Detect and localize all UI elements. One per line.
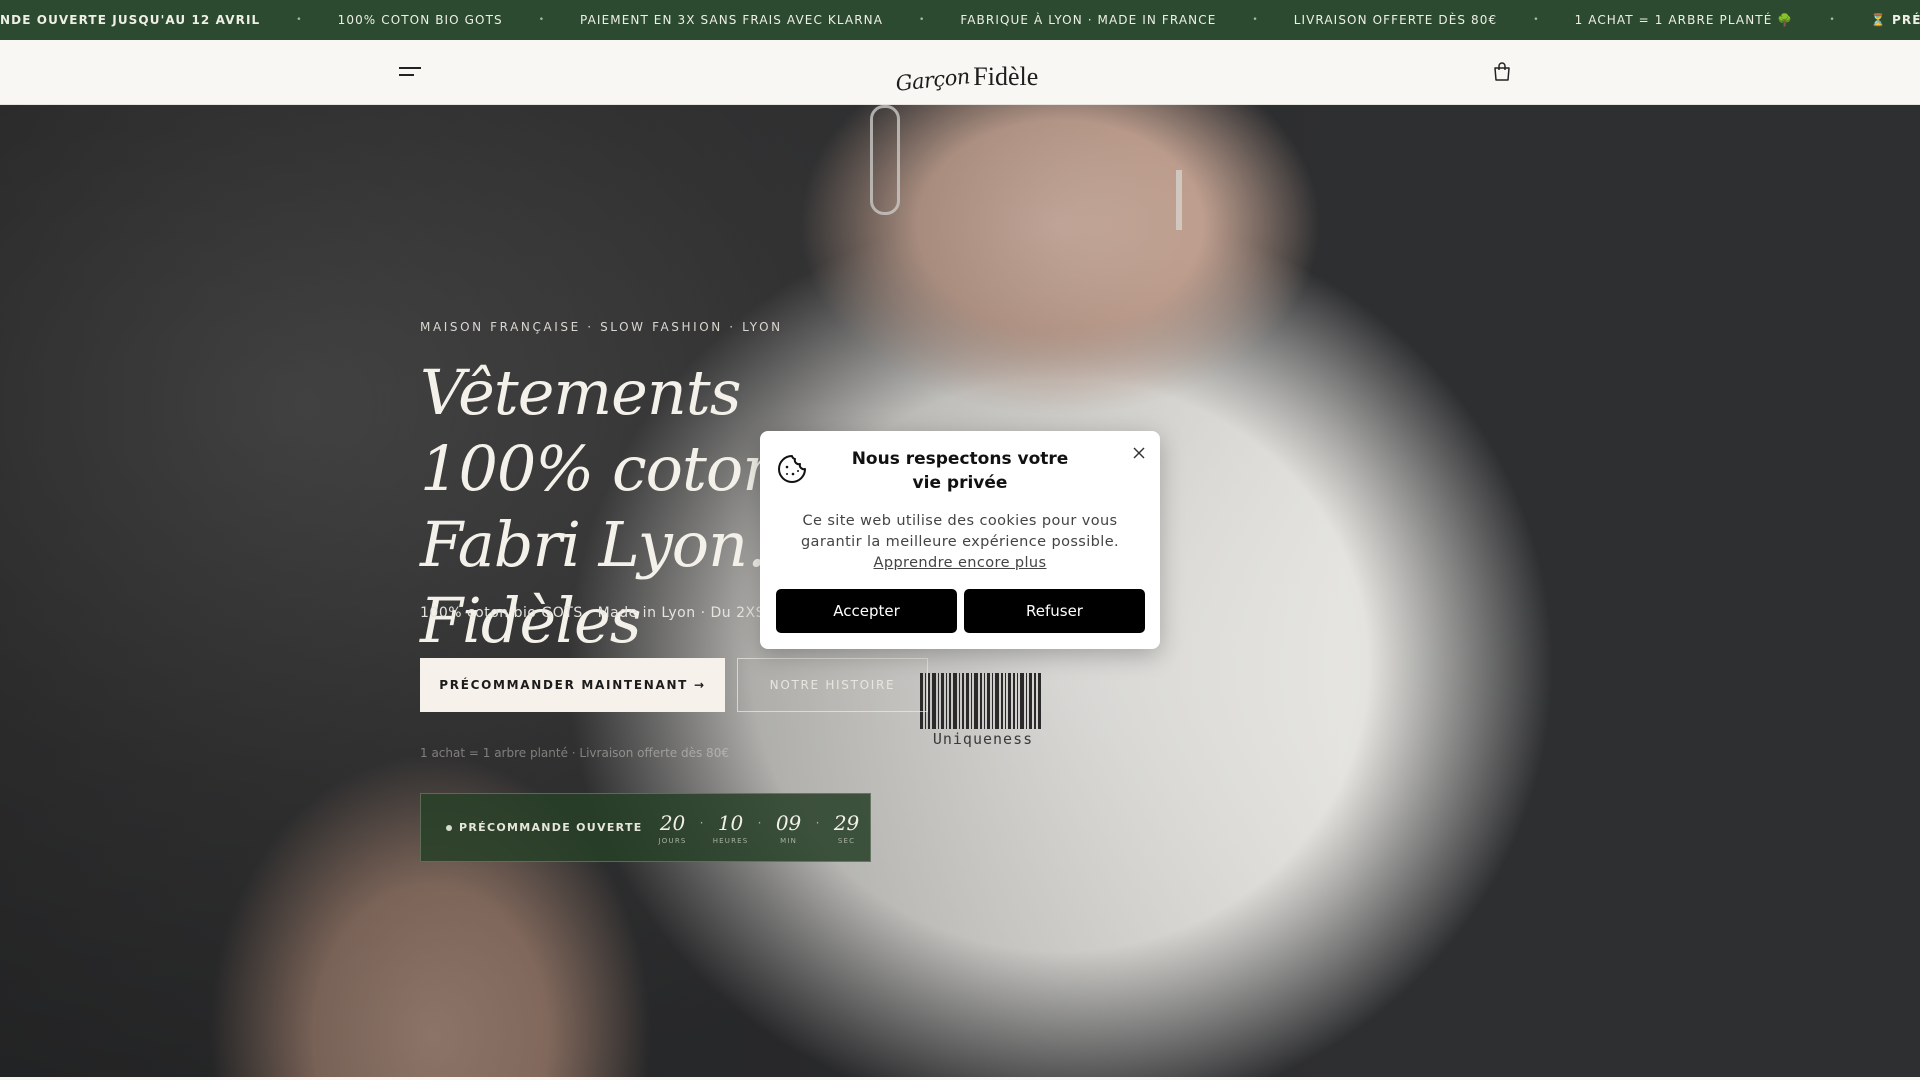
countdown-days: 20 JOURS — [653, 811, 693, 845]
countdown-label: JOURS — [658, 836, 687, 845]
refuse-button[interactable]: Refuser — [964, 589, 1145, 633]
announcement-separator: • — [1533, 15, 1539, 25]
cookie-description: Ce site web utilise des cookies pour vou… — [790, 511, 1130, 574]
countdown-label: HEURES — [712, 836, 749, 845]
announcement-separator: • — [296, 15, 302, 25]
earring-decoration — [870, 105, 900, 215]
announcement-separator: • — [1252, 15, 1258, 25]
announcement-item: NDE OUVERTE JUSQU'AU 12 AVRIL — [0, 13, 261, 27]
announcement-separator: • — [919, 15, 925, 25]
hero-small-note: 1 achat = 1 arbre planté · Livraison off… — [420, 746, 729, 760]
countdown-separator: · — [699, 815, 704, 830]
countdown-value: 10 — [717, 810, 744, 835]
countdown-value: 29 — [833, 810, 860, 835]
countdown-value: 09 — [775, 810, 802, 835]
countdown-separator: · — [815, 815, 820, 830]
accept-button[interactable]: Accepter — [776, 589, 957, 633]
cookie-consent-dialog: Nous respectons votre vie privée Ce site… — [760, 431, 1160, 649]
announcement-separator: • — [538, 15, 545, 25]
announcement-item: FABRIQUE À LYON · MADE IN FRANCE — [960, 13, 1217, 27]
countdown-hours: 10 HEURES — [711, 811, 751, 845]
cookie-title: Nous respectons votre vie privée — [851, 449, 1069, 493]
announcement-separator: • — [1829, 15, 1835, 25]
countdown-label: SEC — [837, 836, 856, 845]
countdown-separator: · — [757, 815, 762, 830]
shirt-print-text: Uniqueness — [932, 730, 1034, 748]
learn-more-link[interactable]: Apprendre encore plus — [874, 555, 1047, 571]
earring-decoration — [1176, 170, 1182, 230]
hamburger-menu-icon[interactable] — [399, 64, 423, 80]
announcement-bar: NDE OUVERTE JUSQU'AU 12 AVRIL • 100% COTON… — [0, 0, 1920, 40]
hero-subline: 100% coton bio GOTS · Made in Lyon · Du … — [420, 605, 765, 621]
countdown-status: PRÉCOMMANDE OUVERTE — [446, 821, 643, 834]
brand-logo[interactable]: Garçon Fidèle — [894, 50, 1039, 96]
announcement-item: ⏳ PRÉCOMMANDE O — [1870, 13, 1920, 27]
announcement-item: PAIEMENT EN 3X SANS FRAIS AVEC KLARNA — [580, 13, 884, 27]
barcode-print-icon — [920, 673, 1041, 729]
logo-serif-text: Fidèle — [973, 62, 1039, 91]
cookie-icon — [778, 455, 806, 483]
preorder-button[interactable]: PRÉCOMMANDER MAINTENANT → — [420, 658, 725, 712]
countdown-label: MIN — [780, 836, 798, 845]
announcement-item: LIVRAISON OFFERTE DÈS 80€ — [1293, 13, 1498, 27]
cookie-text: Ce site web utilise des cookies pour vou… — [800, 513, 1120, 550]
site-header: Garçon Fidèle — [0, 40, 1920, 105]
countdown-status-label: PRÉCOMMANDE OUVERTE — [459, 821, 643, 834]
close-icon[interactable] — [1132, 445, 1146, 459]
announcement-item: 1 ACHAT = 1 ARBRE PLANTÉ 🌳 — [1574, 13, 1794, 27]
preorder-countdown: PRÉCOMMANDE OUVERTE 20 JOURS · 10 HEURES… — [420, 793, 871, 862]
our-story-button[interactable]: NOTRE HISTOIRE — [737, 658, 928, 712]
status-dot-icon — [446, 824, 452, 831]
countdown-units: 20 JOURS · 10 HEURES · 09 MIN · 29 SEC — [653, 811, 867, 845]
logo-script-text: Garçon — [894, 64, 971, 96]
announcement-item: 100% COTON BIO GOTS — [337, 13, 503, 27]
countdown-seconds: 29 SEC — [827, 811, 867, 845]
announcement-track: NDE OUVERTE JUSQU'AU 12 AVRIL • 100% COTON… — [0, 0, 1920, 40]
countdown-value: 20 — [659, 810, 686, 835]
hero-eyebrow: MAISON FRANÇAISE · SLOW FASHION · LYON — [420, 320, 783, 334]
countdown-minutes: 09 MIN — [769, 811, 809, 845]
shopping-bag-icon[interactable] — [1490, 60, 1514, 84]
